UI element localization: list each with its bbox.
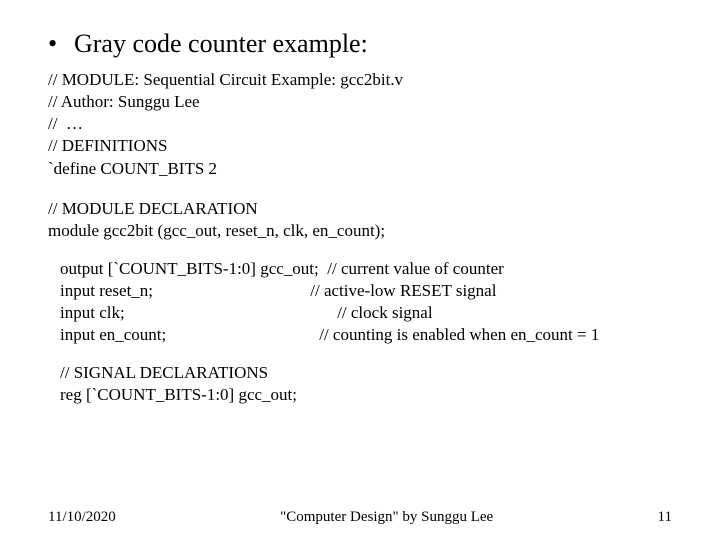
slide: • Gray code counter example: // MODULE: … — [0, 0, 720, 540]
slide-title-line: • Gray code counter example: — [48, 28, 672, 59]
code-block-2: // MODULE DECLARATION module gcc2bit (gc… — [48, 198, 672, 242]
code-block-3: output [`COUNT_BITS-1:0] gcc_out; // cur… — [60, 258, 672, 346]
code-block-1: // MODULE: Sequential Circuit Example: g… — [48, 69, 672, 179]
footer-page: 11 — [658, 509, 672, 526]
code-block-4: // SIGNAL DECLARATIONS reg [`COUNT_BITS-… — [60, 362, 672, 406]
footer-date: 11/10/2020 — [48, 509, 116, 526]
footer-center: "Computer Design" by Sunggu Lee — [280, 509, 493, 526]
bullet-icon: • — [48, 28, 74, 59]
footer: 11/10/2020 "Computer Design" by Sunggu L… — [48, 509, 672, 526]
slide-title: Gray code counter example: — [74, 28, 368, 59]
